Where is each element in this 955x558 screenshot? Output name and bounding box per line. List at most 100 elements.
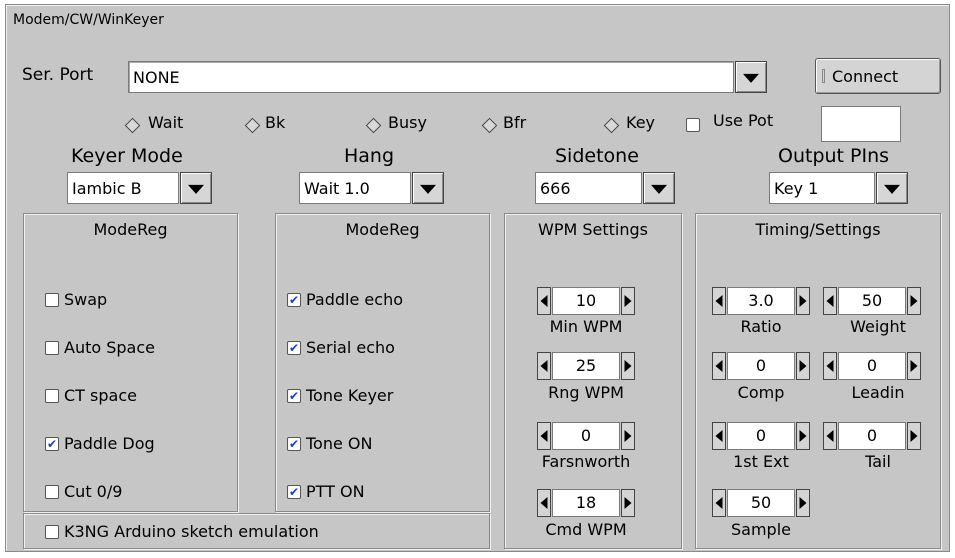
key-indicator-icon	[603, 117, 620, 134]
connect-button[interactable]: Connect	[815, 58, 941, 94]
output-pins-dropdown-button[interactable]	[876, 172, 908, 204]
wpm-settings-group: WPM Settings 10 Min WPM 25 Rng WPM 0 Far…	[504, 213, 682, 549]
increment-icon[interactable]	[907, 352, 921, 380]
cmd-wpm-value[interactable]: 18	[552, 489, 620, 517]
pot-value-box[interactable]	[821, 106, 901, 142]
bfr-label: Bfr	[503, 113, 527, 132]
decrement-icon[interactable]	[823, 352, 837, 380]
sample-value[interactable]: 50	[727, 489, 795, 517]
keyer-mode-select[interactable]: Iambic B	[67, 172, 179, 204]
paddle-echo-checkbox[interactable]: ✔	[287, 293, 301, 307]
min-wpm-counter[interactable]: 10	[537, 287, 635, 315]
comp-counter[interactable]: 0	[712, 352, 810, 380]
first-ext-value[interactable]: 0	[727, 422, 795, 450]
output-pins-select[interactable]: Key 1	[769, 172, 875, 204]
rng-wpm-label: Rng WPM	[548, 383, 624, 402]
ratio-counter[interactable]: 3.0	[712, 287, 810, 315]
farnsworth-value[interactable]: 0	[552, 422, 620, 450]
k3ng-label: K3NG Arduino sketch emulation	[64, 522, 319, 541]
increment-icon[interactable]	[796, 287, 810, 315]
cmd-wpm-label: Cmd WPM	[545, 520, 627, 539]
farnsworth-counter[interactable]: 0	[537, 422, 635, 450]
tone-keyer-checkbox[interactable]: ✔	[287, 389, 301, 403]
wait-label: Wait	[148, 113, 184, 132]
paddle-dog-checkbox[interactable]: ✔	[45, 437, 59, 451]
cut-09-checkbox[interactable]	[45, 485, 59, 499]
increment-icon[interactable]	[796, 489, 810, 517]
tone-on-checkbox[interactable]: ✔	[287, 437, 301, 451]
sidetone-dropdown-button[interactable]	[643, 172, 675, 204]
leadin-counter[interactable]: 0	[823, 352, 921, 380]
decrement-icon[interactable]	[537, 352, 551, 380]
increment-icon[interactable]	[621, 489, 635, 517]
ptt-on-checkbox[interactable]: ✔	[287, 485, 301, 499]
wait-indicator-icon	[124, 117, 141, 134]
modereg-1-title: ModeReg	[93, 220, 168, 239]
timing-settings-title: Timing/Settings	[755, 220, 881, 239]
increment-icon[interactable]	[621, 422, 635, 450]
ser-port-dropdown-button[interactable]	[735, 61, 767, 93]
increment-icon[interactable]	[621, 287, 635, 315]
decrement-icon[interactable]	[712, 422, 726, 450]
first-ext-counter[interactable]: 0	[712, 422, 810, 450]
modereg-group-1: ModeReg Swap Auto Space CT space ✔ Paddl…	[23, 213, 238, 512]
key-label: Key	[626, 113, 656, 132]
increment-icon[interactable]	[796, 422, 810, 450]
increment-icon[interactable]	[796, 352, 810, 380]
auto-space-label: Auto Space	[64, 338, 155, 357]
min-wpm-value[interactable]: 10	[552, 287, 620, 315]
leadin-label: Leadin	[851, 383, 905, 402]
sample-label: Sample	[731, 520, 791, 539]
serial-echo-checkbox[interactable]: ✔	[287, 341, 301, 355]
swap-checkbox[interactable]	[45, 293, 59, 307]
connect-button-label: Connect	[832, 67, 899, 86]
use-pot-label: Use Pot	[713, 111, 774, 130]
rng-wpm-counter[interactable]: 25	[537, 352, 635, 380]
weight-label: Weight	[850, 317, 906, 336]
bk-label: Bk	[265, 113, 286, 132]
decrement-icon[interactable]	[712, 352, 726, 380]
ser-port-input[interactable]: NONE	[128, 61, 734, 93]
decrement-icon[interactable]	[823, 422, 837, 450]
rng-wpm-value[interactable]: 25	[552, 352, 620, 380]
chevron-down-icon	[420, 184, 436, 194]
keyer-mode-dropdown-button[interactable]	[180, 172, 212, 204]
min-wpm-label: Min WPM	[549, 317, 623, 336]
ratio-value[interactable]: 3.0	[727, 287, 795, 315]
weight-value[interactable]: 50	[838, 287, 906, 315]
farnsworth-label: Farsnworth	[541, 452, 631, 471]
k3ng-group: K3NG Arduino sketch emulation	[23, 513, 490, 549]
weight-counter[interactable]: 50	[823, 287, 921, 315]
busy-indicator-icon	[365, 117, 382, 134]
modereg-2-title: ModeReg	[345, 220, 420, 239]
k3ng-checkbox[interactable]	[45, 525, 59, 539]
sidetone-select[interactable]: 666	[535, 172, 642, 204]
decrement-icon[interactable]	[537, 489, 551, 517]
cmd-wpm-counter[interactable]: 18	[537, 489, 635, 517]
tail-label: Tail	[865, 452, 891, 471]
tail-counter[interactable]: 0	[823, 422, 921, 450]
hang-select[interactable]: Wait 1.0	[299, 172, 411, 204]
decrement-icon[interactable]	[712, 287, 726, 315]
use-pot-checkbox[interactable]	[686, 118, 700, 132]
swap-label: Swap	[64, 290, 108, 309]
tail-value[interactable]: 0	[838, 422, 906, 450]
leadin-value[interactable]: 0	[838, 352, 906, 380]
decrement-icon[interactable]	[823, 287, 837, 315]
increment-icon[interactable]	[621, 352, 635, 380]
auto-space-checkbox[interactable]	[45, 341, 59, 355]
ct-space-label: CT space	[64, 386, 137, 405]
hang-dropdown-button[interactable]	[412, 172, 444, 204]
ratio-label: Ratio	[740, 317, 782, 336]
decrement-icon[interactable]	[537, 287, 551, 315]
timing-settings-group: Timing/Settings 3.0 Ratio 50 Weight 0 Co…	[695, 213, 941, 549]
increment-icon[interactable]	[907, 422, 921, 450]
comp-value[interactable]: 0	[727, 352, 795, 380]
decrement-icon[interactable]	[537, 422, 551, 450]
sample-counter[interactable]: 50	[712, 489, 810, 517]
ct-space-checkbox[interactable]	[45, 389, 59, 403]
modereg-group-2: ModeReg ✔ Paddle echo ✔ Serial echo ✔ To…	[275, 213, 490, 512]
increment-icon[interactable]	[907, 287, 921, 315]
decrement-icon[interactable]	[712, 489, 726, 517]
tab-title: Modem/CW/WinKeyer	[13, 12, 164, 28]
